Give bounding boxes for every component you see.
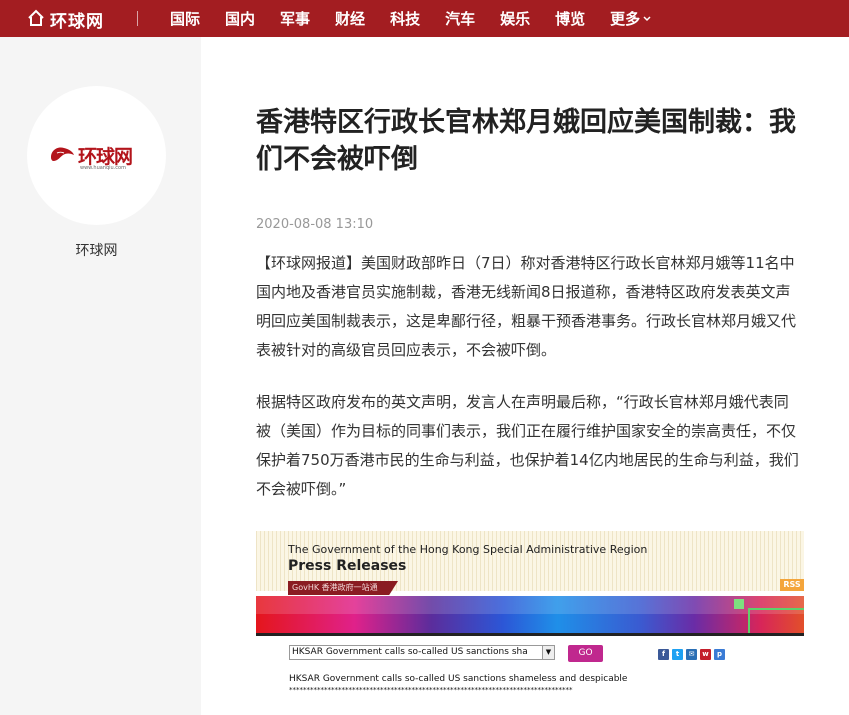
facebook-icon: f: [658, 649, 669, 660]
source-sidebar: 环球网 www.huanqiu.com 环球网: [0, 37, 201, 715]
article-embedded-image: The Government of the Hong Kong Special …: [256, 531, 804, 715]
release-select: HKSAR Government calls so-called US sanc…: [289, 645, 555, 660]
source-name[interactable]: 环球网: [0, 240, 193, 260]
nav-more-dropdown[interactable]: 更多: [610, 8, 651, 29]
nav-item-tech[interactable]: 科技: [390, 8, 420, 29]
print-icon: p: [714, 649, 725, 660]
site-logo[interactable]: 环球网: [50, 7, 104, 32]
email-icon: ✉: [686, 649, 697, 660]
nav-item-auto[interactable]: 汽车: [445, 8, 475, 29]
huanqiu-logo: 环球网 www.huanqiu.com: [49, 141, 144, 171]
article-date: 2020-08-08 13:10: [256, 217, 374, 232]
weibo-icon: w: [700, 649, 711, 660]
nav-divider: [137, 11, 138, 26]
gov-color-banner: [256, 596, 804, 633]
banner-frame-deco: [748, 608, 804, 633]
home-link[interactable]: [27, 8, 45, 28]
nav-item-entertainment[interactable]: 娱乐: [500, 8, 530, 29]
govhk-tab: GovHK 香港政府一站通: [288, 581, 398, 595]
banner-highlight: [256, 596, 804, 614]
select-arrow-icon: ▼: [542, 646, 554, 659]
article-paragraph: 【环球网报道】美国财政部昨日（7日）称对香港特区行政长官林郑月娥等11名中国内地…: [256, 254, 797, 359]
main-nav: 国际 国内 军事 财经 科技 汽车 娱乐 博览 更多: [170, 0, 676, 37]
banner-bottom-rule: [256, 633, 804, 636]
release-title: HKSAR Government calls so-called US sanc…: [289, 674, 628, 684]
go-button: GO: [568, 645, 603, 662]
huanqiu-globe-icon: [51, 147, 74, 161]
home-icon: [28, 9, 44, 26]
article-title: 香港特区行政长官林郑月娥回应美国制裁：我们不会被吓倒: [256, 107, 796, 175]
twitter-icon: t: [672, 649, 683, 660]
nav-item-international[interactable]: 国际: [170, 8, 200, 29]
social-share-icons: f t ✉ w p: [658, 649, 728, 660]
avatar-logo-url: www.huanqiu.com: [80, 165, 126, 171]
press-releases-heading: Press Releases: [288, 558, 407, 574]
gov-site-title: The Government of the Hong Kong Special …: [288, 543, 648, 556]
nav-item-domestic[interactable]: 国内: [225, 8, 255, 29]
nav-item-military[interactable]: 军事: [280, 8, 310, 29]
release-select-value: HKSAR Government calls so-called US sanc…: [292, 647, 528, 657]
article-paragraph: 根据特区政府发布的英文声明，发言人在声明最后称，“行政长官林郑月娥代表同被（美国…: [256, 393, 799, 498]
source-avatar[interactable]: 环球网 www.huanqiu.com: [27, 86, 166, 225]
release-separator: ****************************************…: [289, 686, 573, 694]
nav-item-expo[interactable]: 博览: [555, 8, 585, 29]
banner-square-deco: [734, 599, 744, 609]
rss-badge: RSS: [780, 579, 804, 591]
nav-more-label: 更多: [610, 10, 641, 28]
chevron-down-icon: [643, 15, 651, 21]
top-nav-bar: 环球网 国际 国内 军事 财经 科技 汽车 娱乐 博览 更多: [0, 0, 849, 37]
nav-item-finance[interactable]: 财经: [335, 8, 365, 29]
